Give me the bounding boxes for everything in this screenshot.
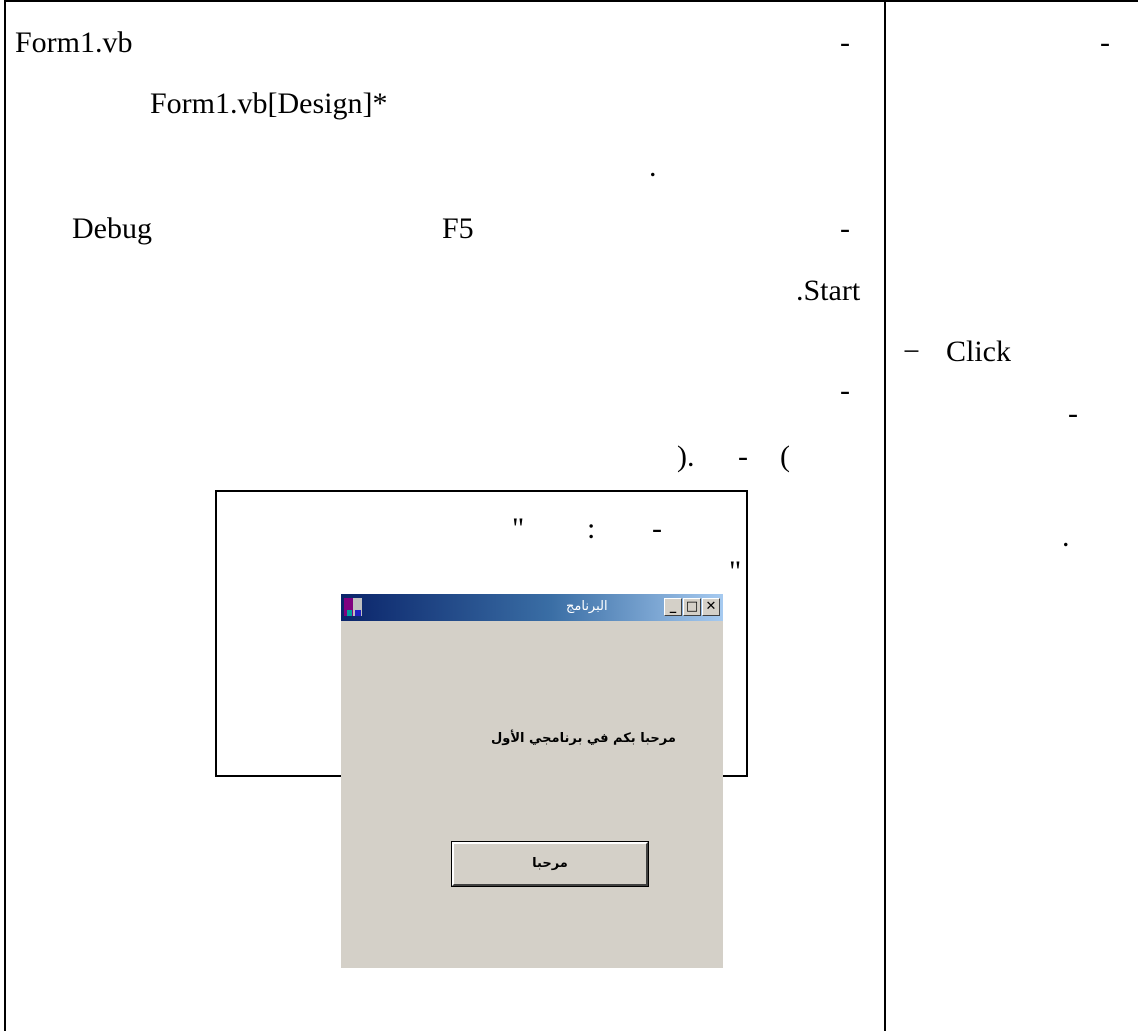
- hello-button[interactable]: مرحبا: [452, 842, 648, 886]
- paren-open: (: [780, 440, 790, 473]
- right-dash-2: -: [1068, 397, 1078, 430]
- app-icon[interactable]: [344, 598, 362, 616]
- table-column-divider: [884, 0, 886, 1031]
- document-page: Form1.vb - Form1.vb[Design]* . Debug F5 …: [0, 0, 1138, 1031]
- welcome-label: مرحبا بكم في برنامجي الأول: [491, 731, 676, 746]
- caption-quote-close: ": [729, 555, 742, 588]
- window-title: البرنامج: [566, 599, 608, 614]
- line1-dash: -: [840, 26, 850, 59]
- caption-colon: :: [587, 512, 596, 545]
- start-command: .Start: [796, 274, 861, 307]
- table-border-left: [4, 0, 6, 1031]
- form-file-name: Form1.vb: [15, 26, 133, 59]
- line4-dash: -: [840, 212, 850, 245]
- program-window: البرنامج _ □ ✕ مرحبا بكم في برنامجي الأو…: [341, 594, 723, 968]
- window-title-bar[interactable]: البرنامج _ □ ✕: [341, 594, 723, 621]
- caption-quote-open: ": [512, 512, 525, 545]
- caption-dash: -: [652, 512, 662, 545]
- f5-key: F5: [442, 212, 474, 245]
- right-period: .: [1062, 520, 1070, 553]
- right-top-dash: -: [1100, 26, 1110, 59]
- debug-menu-name: Debug: [72, 212, 152, 245]
- maximize-icon[interactable]: □: [683, 598, 701, 616]
- line3-period: .: [649, 150, 657, 183]
- line6-dash: -: [840, 374, 850, 407]
- table-border-top: [4, 0, 1138, 2]
- click-label: Click: [946, 335, 1011, 368]
- paren-close: ).: [677, 440, 695, 473]
- design-tab-name: Form1.vb[Design]*: [150, 87, 388, 120]
- minimize-icon[interactable]: _: [664, 598, 682, 616]
- close-icon[interactable]: ✕: [702, 598, 720, 616]
- click-dash: −: [903, 335, 920, 368]
- paren-dash: -: [738, 440, 748, 473]
